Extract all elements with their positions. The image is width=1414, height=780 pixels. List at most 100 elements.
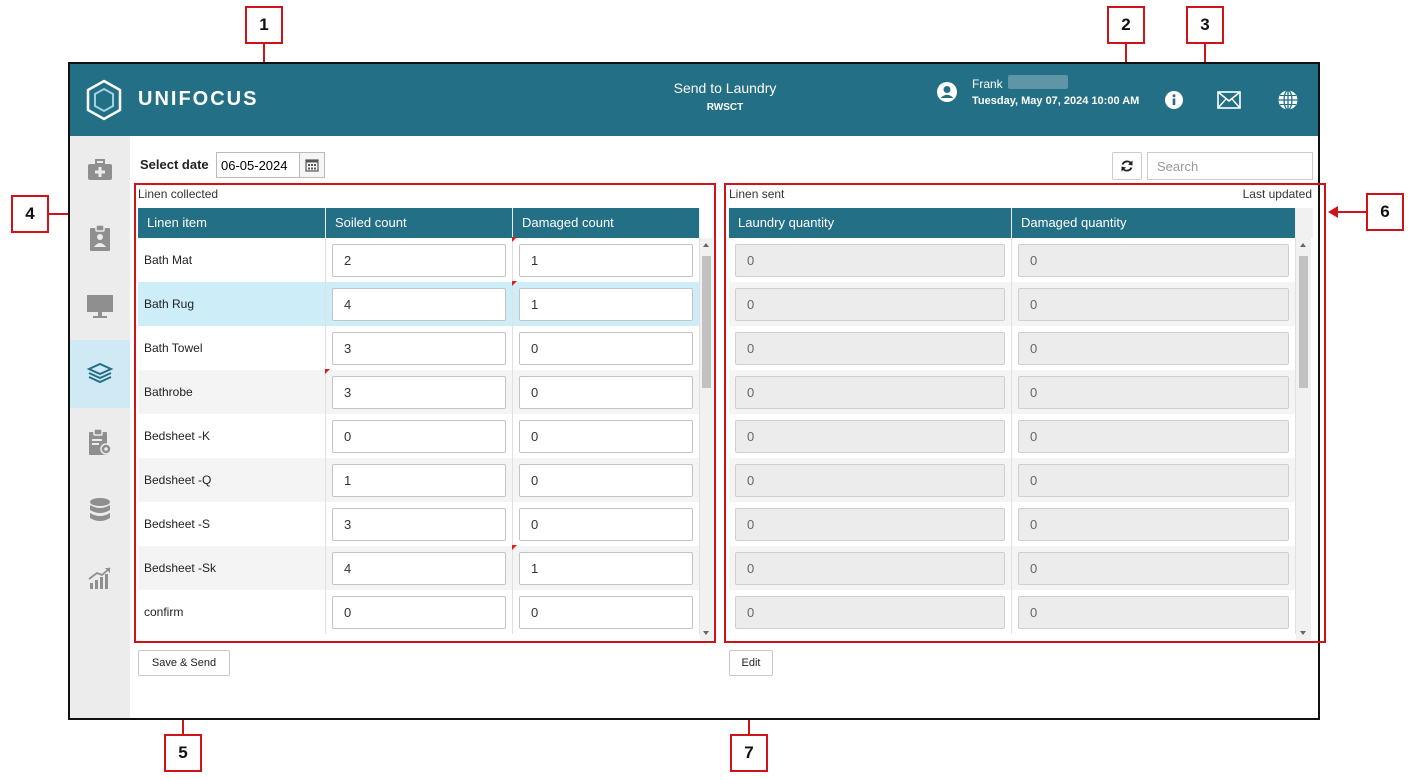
damaged-count-cell [513,458,700,502]
table-row[interactable]: Bathrobe [138,369,700,414]
user-name: Frank [972,77,1003,91]
linen-collected-body: Bath MatBath RugBath TowelBathrobeBedshe… [138,237,700,634]
damaged-quantity-cell [1012,458,1296,502]
page-title: Send to Laundry [673,80,777,96]
linen-item-name: Bathrobe [138,370,326,414]
laundry-quantity-input [735,508,1005,541]
damaged-count-input[interactable] [519,244,693,277]
linen-item-name: confirm [138,590,326,634]
damaged-count-input[interactable] [519,420,693,453]
table-row[interactable]: Bath Towel [138,326,700,370]
monitor-icon [87,295,113,318]
laundry-quantity-cell [729,458,1012,502]
soiled-count-input[interactable] [332,552,506,585]
soiled-count-input[interactable] [332,288,506,321]
table-row [729,414,1296,458]
database-icon [90,498,110,521]
linen-item-name: Bedsheet -Q [138,458,326,502]
sidebar-item-reports[interactable] [70,544,130,612]
laundry-quantity-cell [729,414,1012,458]
damaged-quantity-input [1018,464,1289,497]
damaged-quantity-input [1018,288,1289,321]
sidebar-item-linen[interactable] [70,340,130,408]
table-row[interactable]: confirm [138,590,700,634]
soiled-count-input[interactable] [332,376,506,409]
date-input[interactable] [216,152,300,178]
callout-5: 5 [164,734,202,772]
sidebar-item-database[interactable] [70,476,130,544]
refresh-button[interactable] [1112,152,1142,180]
right-scroll-thumb[interactable] [1299,256,1308,388]
damaged-count-cell [513,370,700,414]
callout-2: 2 [1107,6,1145,44]
damaged-count-input[interactable] [519,332,693,365]
soiled-count-input[interactable] [332,508,506,541]
column-header-laundry-quantity[interactable]: Laundry quantity [729,208,1012,238]
soiled-count-input[interactable] [332,420,506,453]
search-input[interactable] [1147,152,1313,180]
sidebar-item-medkit[interactable] [70,136,130,204]
damaged-quantity-input [1018,552,1289,585]
table-row[interactable]: Bedsheet -S [138,502,700,546]
soiled-count-input[interactable] [332,596,506,629]
laundry-quantity-input [735,332,1005,365]
table-row [729,546,1296,590]
linen-sent-header: Laundry quantity Damaged quantity [729,208,1313,238]
right-table-scrollbar[interactable] [1296,238,1311,640]
column-header-damaged-count[interactable]: Damaged count [513,208,700,238]
left-table-scrollbar[interactable] [700,238,713,640]
damaged-count-input[interactable] [519,464,693,497]
linen-collected-table: Linen item Soiled count Damaged count Ba… [138,208,714,640]
soiled-count-input[interactable] [332,244,506,277]
damaged-count-cell [512,545,700,590]
laundry-quantity-cell [729,282,1012,326]
laundry-quantity-input [735,464,1005,497]
callout-7: 7 [730,734,768,772]
damaged-count-input[interactable] [519,552,693,585]
laundry-quantity-input [735,376,1005,409]
sidebar-item-clipboard[interactable] [70,204,130,272]
clipboard-gear-icon [89,428,112,455]
table-row [729,238,1296,282]
chart-growth-icon [88,567,111,589]
mail-icon[interactable] [1217,91,1241,109]
edit-button[interactable]: Edit [729,650,773,676]
soiled-count-input[interactable] [332,464,506,497]
table-row[interactable]: Bedsheet -Q [138,458,700,502]
globe-icon[interactable] [1277,89,1299,111]
damaged-quantity-cell [1012,414,1296,458]
sidebar-item-clipboard-settings[interactable] [70,408,130,476]
damaged-count-input[interactable] [519,288,693,321]
table-row [729,282,1296,326]
damaged-quantity-input [1018,420,1289,453]
save-and-send-button[interactable]: Save & Send [138,650,230,676]
column-header-linen-item[interactable]: Linen item [138,208,326,238]
linen-item-name: Bath Mat [138,238,326,282]
linen-item-name: Bedsheet -S [138,502,326,546]
laundry-quantity-cell [729,590,1012,634]
table-row [729,458,1296,502]
soiled-count-cell [326,238,513,282]
linen-item-name: Bedsheet -Sk [138,546,326,590]
damaged-count-input[interactable] [519,596,693,629]
table-row[interactable]: Bath Rug [138,281,700,326]
table-row[interactable]: Bath Mat [138,237,700,282]
column-header-damaged-quantity[interactable]: Damaged quantity [1012,208,1296,238]
calendar-icon [305,159,319,172]
user-avatar-icon[interactable] [936,81,958,103]
left-scroll-thumb[interactable] [702,256,711,388]
table-row[interactable]: Bedsheet -Sk [138,545,700,590]
damaged-count-input[interactable] [519,508,693,541]
sidebar-item-monitor[interactable] [70,272,130,340]
soiled-count-input[interactable] [332,332,506,365]
laundry-quantity-input [735,552,1005,585]
info-icon[interactable] [1164,90,1184,110]
table-row[interactable]: Bedsheet -K [138,414,700,458]
column-header-soiled-count[interactable]: Soiled count [326,208,513,238]
damaged-quantity-input [1018,508,1289,541]
calendar-button[interactable] [299,152,325,178]
damaged-quantity-cell [1012,546,1296,590]
soiled-count-cell [326,282,513,326]
damaged-count-input[interactable] [519,376,693,409]
damaged-count-cell [513,590,700,634]
